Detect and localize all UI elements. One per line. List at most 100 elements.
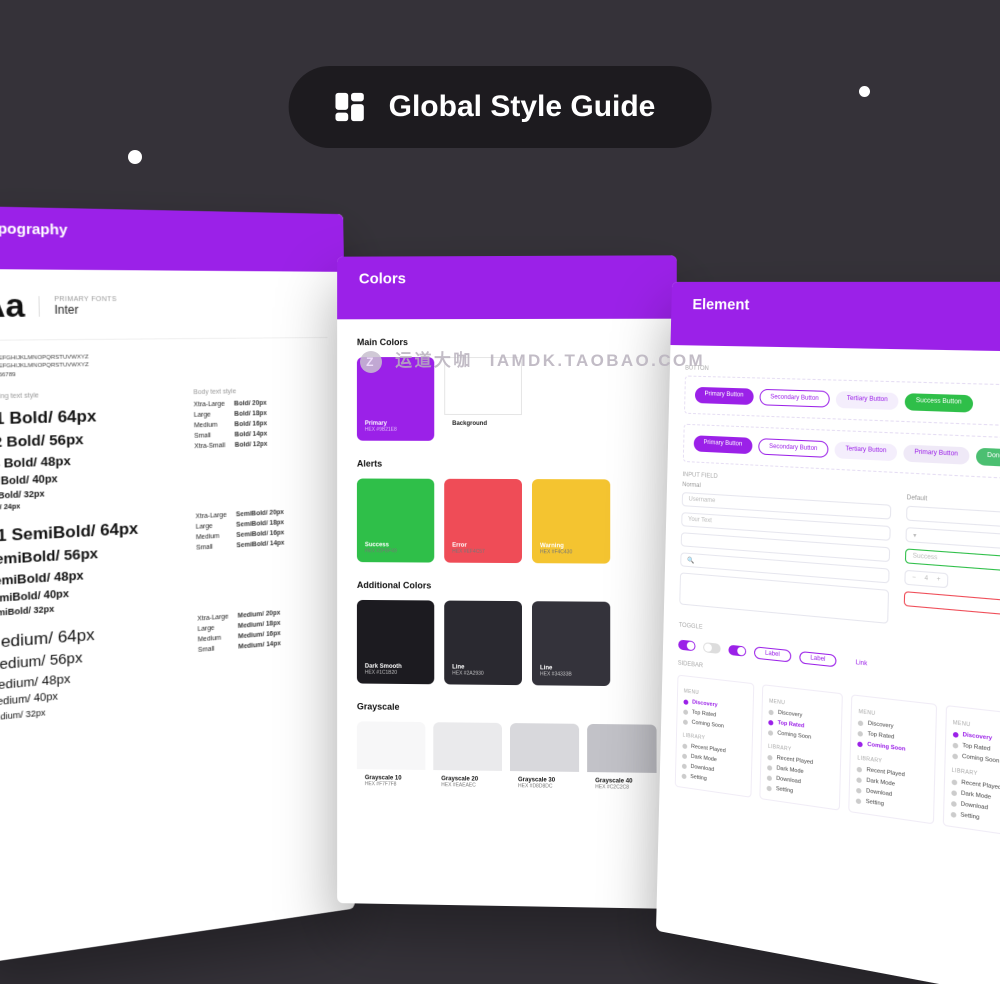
dot-icon: [768, 730, 773, 736]
body-size-label: Small: [194, 432, 225, 440]
body-size-label: Large: [198, 624, 229, 633]
sidebar-item-label: Setting: [776, 786, 793, 795]
dot-icon: [856, 798, 861, 804]
body-label: Body text style: [193, 387, 328, 396]
body-size-label: Small: [196, 543, 227, 551]
sidebar-item-label: Coming Soon: [962, 754, 1000, 765]
swatch-hex: HEX #1C1B20: [365, 670, 426, 677]
dot-icon: [952, 731, 958, 737]
swatch-hex: HEX #EF4C57: [452, 549, 514, 555]
button-sample[interactable]: Done Button: [976, 448, 1000, 468]
color-swatch: LineHEX #34333B: [532, 601, 610, 686]
chip[interactable]: Label: [799, 651, 837, 667]
color-swatch: Grayscale 40HEX #C2C2C8: [587, 724, 656, 799]
error-input[interactable]: [904, 591, 1000, 627]
section-title: Alerts: [357, 459, 657, 470]
sidebar-preview: MENUDiscoveryTop RatedComing SoonLIBRARY…: [942, 705, 1000, 839]
body-spec: SemiBold/ 14px: [237, 537, 331, 549]
panel-header: Typography: [0, 206, 344, 272]
dot-icon: [682, 763, 687, 769]
dot-icon: [769, 709, 774, 715]
swatch-hex: HEX #9B21E8: [365, 427, 426, 433]
body-size-label: Large: [196, 523, 227, 531]
dot-icon: [858, 741, 863, 747]
button-sample[interactable]: Primary Button: [695, 387, 754, 405]
button-sample[interactable]: Primary Button: [694, 435, 753, 454]
font-name: Inter: [54, 303, 117, 317]
sidebar-preview: MENUDiscoveryTop RatedComing SoonLIBRARY…: [675, 675, 755, 798]
dot-icon: [857, 777, 862, 783]
element-panel: Element BUTTON Primary ButtonSecondary B…: [656, 282, 1000, 984]
body-spec: SemiBold/ 20px: [236, 507, 330, 518]
color-swatch: WarningHEX #F4C430: [532, 479, 610, 564]
typography-panel: Typography Aa PRIMARY FONTS Inter ABCDEF…: [0, 206, 355, 965]
toggle-switch[interactable]: [728, 645, 746, 657]
sidebar-item-label: Setting: [960, 812, 979, 821]
body-spec: Bold/ 18px: [234, 409, 329, 418]
swatch-hex: HEX #F7F7F8: [365, 781, 418, 788]
primary-fonts-label: PRIMARY FONTS: [54, 296, 117, 303]
body-size-label: Xtra-Large: [194, 401, 225, 408]
color-swatch: LineHEX #2A2930: [444, 601, 522, 686]
panel-header: Element: [670, 282, 1000, 354]
button-sample[interactable]: Tertiary Button: [836, 391, 899, 410]
body-spec: Bold/ 12px: [235, 439, 330, 449]
dot-icon: [683, 699, 688, 705]
toggle-switch[interactable]: [703, 642, 721, 654]
swatch-hex: HEX #D8D8DC: [518, 783, 571, 790]
watermark: Z 运道大咖 IAMDK.TAOBAO.COM: [360, 346, 705, 373]
button-sample[interactable]: Secondary Button: [758, 438, 829, 458]
dot-icon: [683, 719, 688, 725]
font-sample: Aa: [0, 287, 25, 326]
button-sample[interactable]: Tertiary Button: [835, 441, 897, 461]
button-sample[interactable]: Success Button: [905, 393, 973, 412]
panel-header: Colors: [337, 255, 677, 319]
swatch-hex: HEX #2FBF49: [365, 548, 426, 554]
swatch-hex: HEX #34333B: [540, 671, 602, 678]
dot-icon: [951, 790, 957, 796]
heading-label: Heading text style: [0, 390, 173, 401]
sidebar-preview: MENUDiscoveryTop RatedComing SoonLIBRARY…: [849, 694, 937, 824]
alphabet-sample: ABCDEFGHIJKLMNOPQRSTUVWXYZ ABCDEFGHIJKLM…: [0, 351, 328, 380]
color-swatch: SuccessHEX #2FBF49: [357, 479, 434, 563]
sidebar-item-label: Setting: [690, 774, 707, 782]
chip[interactable]: Label: [754, 646, 791, 662]
button-sample[interactable]: Secondary Button: [759, 389, 830, 408]
dot-icon: [857, 766, 862, 772]
body-size-label: Large: [194, 411, 225, 418]
body-spec: Bold/ 14px: [235, 429, 330, 438]
body-size-label: Medium: [198, 634, 229, 643]
body-size-label: Xtra-Small: [194, 443, 225, 451]
sidebar-preview: MENUDiscoveryTop RatedComing SoonLIBRARY…: [760, 684, 844, 811]
body-size-label: Medium: [194, 422, 225, 430]
body-spec: Bold/ 20px: [234, 399, 329, 408]
link-chip[interactable]: Link: [845, 657, 878, 671]
dot-icon: [767, 775, 772, 781]
color-swatch: Grayscale 30HEX #D8D8DC: [510, 723, 579, 798]
dot-icon: [767, 785, 772, 791]
body-spec: SemiBold/ 18px: [236, 517, 330, 528]
dot-icon: [768, 754, 773, 760]
swatch-hex: HEX #F4C430: [540, 549, 602, 555]
dot-icon: [768, 719, 773, 725]
dot-icon: [952, 742, 958, 748]
swatch-hex: HEX #F1F3F7: [452, 427, 514, 433]
section-title: Additional Colors: [357, 580, 657, 592]
quantity-stepper[interactable]: −4+: [904, 570, 948, 589]
dot-icon: [683, 709, 688, 715]
sidebar-item-label: Coming Soon: [692, 720, 724, 730]
swatch-hex: HEX #EAEAEC: [441, 782, 494, 789]
dot-icon: [858, 730, 863, 736]
body-size-label: Xtra-Large: [196, 512, 227, 520]
body-size-label: Small: [198, 644, 229, 653]
toggle-switch[interactable]: [678, 639, 695, 651]
body-size-label: Xtra-Large: [197, 613, 228, 622]
button-sample[interactable]: Primary Button: [903, 444, 969, 464]
swatch-hex: HEX #2A2930: [452, 670, 514, 677]
body-size-label: Medium: [196, 533, 227, 541]
section-title: Grayscale: [357, 701, 657, 714]
watermark-logo-icon: Z: [360, 351, 382, 373]
dot-icon: [858, 720, 863, 726]
color-swatch: Grayscale 10HEX #F7F7F8: [357, 721, 425, 796]
sidebar-item-label: Coming Soon: [777, 730, 811, 741]
